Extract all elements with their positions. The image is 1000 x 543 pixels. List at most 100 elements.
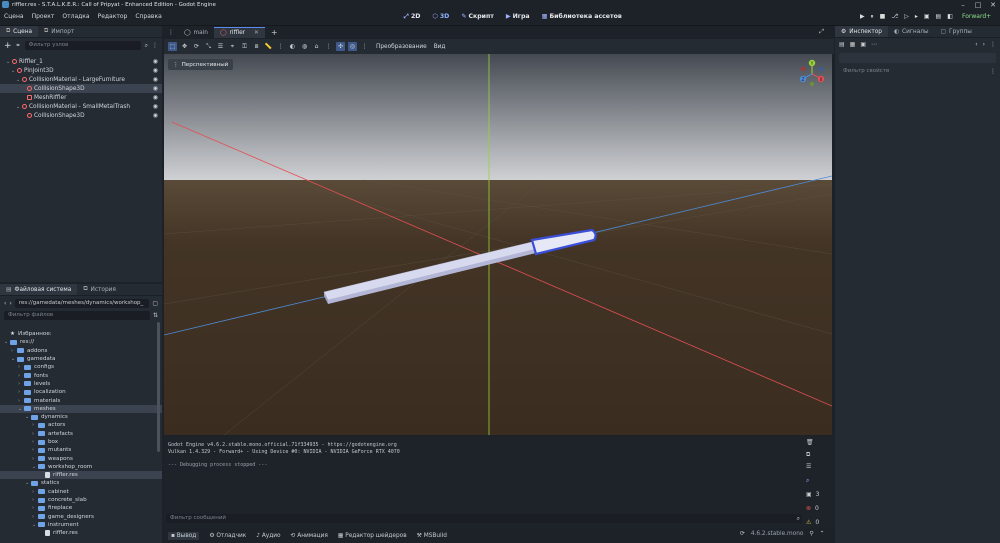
extra-icon[interactable]: ⋯ — [871, 41, 877, 48]
tab-groups[interactable]: ▢ Группы — [935, 26, 978, 37]
visibility-eye-icon[interactable]: ◉ — [153, 67, 158, 74]
tab-import[interactable]: ⧉ Импорт — [38, 26, 80, 37]
history-forward-icon[interactable]: › — [983, 41, 985, 48]
ruler-icon[interactable]: 📏 — [264, 42, 273, 51]
update-icon[interactable]: ⟳ — [740, 531, 745, 537]
file-filter-input[interactable]: Фильтр файлов — [4, 311, 150, 320]
play-icon[interactable]: ▶ — [860, 13, 865, 21]
menu-editor[interactable]: Редактор — [98, 13, 128, 20]
tab-output[interactable]: ▪ Вывод — [168, 531, 200, 540]
tab-signals[interactable]: ◐ Сигналы — [888, 26, 935, 37]
sort-icon[interactable]: ⇅ — [153, 312, 158, 319]
layout-icon[interactable]: ▤ — [936, 13, 942, 21]
more-icon[interactable]: ⋮ — [324, 42, 333, 51]
visibility-eye-icon[interactable]: ◉ — [153, 103, 158, 110]
maximize-button[interactable]: □ — [971, 0, 985, 10]
folder-row[interactable]: › materials — [0, 396, 162, 404]
scene-node-4[interactable]: MeshRiffler ◉ — [0, 93, 162, 102]
mode-2d[interactable]: ⤢ 2D — [404, 13, 420, 21]
select-list-icon[interactable]: ☰ — [216, 42, 225, 51]
tab-inspector[interactable]: ⚙ Инспектор — [835, 26, 888, 37]
scene-node-2[interactable]: ⌄ CollisionMaterial - LargeFurniture ◉ — [0, 75, 162, 84]
folder-row[interactable]: › configs — [0, 363, 162, 371]
path-field[interactable]: res://gamedata/meshes/dynamics/workshop_ — [14, 299, 150, 308]
folder-row[interactable]: ⌄ meshes — [0, 404, 162, 413]
tab-shader-editor[interactable]: ▦ Редактор шейдеров — [338, 533, 407, 539]
collapse-icon[interactable]: ☰ — [806, 463, 830, 477]
tab-main[interactable]: ◯ main — [178, 28, 214, 38]
tab-filesystem[interactable]: ▤ Файловая система — [0, 284, 78, 295]
open-folder-icon[interactable]: ▦ — [850, 41, 856, 48]
lock-icon[interactable]: ⚿ — [240, 42, 249, 51]
folder-row[interactable]: › levels — [0, 380, 162, 388]
menu-debug[interactable]: Отладка — [62, 13, 89, 20]
clear-icon[interactable]: 🗑 — [806, 439, 830, 451]
group-icon[interactable]: ⧈ — [252, 42, 261, 51]
folder-row[interactable]: › mutants — [0, 446, 162, 454]
menu-help[interactable]: Справка — [135, 13, 161, 20]
object-selector[interactable] — [839, 53, 996, 63]
scene-node-1[interactable]: ⌄ PinJoint3D ◉ — [0, 66, 162, 75]
tab-audio[interactable]: ♪ Аудио — [256, 533, 280, 539]
sun-icon[interactable]: ◐ — [288, 42, 297, 51]
scene-node-5[interactable]: ⌄ CollisionMaterial - SmallMetalTrash ◉ — [0, 102, 162, 111]
folder-row[interactable]: › localization — [0, 388, 162, 396]
toolbar-dots-icon[interactable]: ⋮ — [360, 42, 369, 51]
error-count-toggle[interactable]: ⊗ 0 — [806, 505, 830, 519]
tab-riffler[interactable]: ◯ riffler ✕ — [213, 27, 265, 38]
move-tool-icon[interactable]: ✥ — [180, 42, 189, 51]
scene-node-6[interactable]: CollisionShape3D ◉ — [0, 111, 162, 120]
favorites-row[interactable]: ★ Избранное: — [0, 330, 162, 338]
tab-list-icon[interactable]: ⋮ — [164, 29, 178, 36]
expand-panel-icon[interactable]: ⌃ — [820, 531, 825, 537]
add-node-icon[interactable]: + — [4, 41, 12, 51]
close-button[interactable]: ✕ — [986, 0, 1000, 10]
scene-node-3[interactable]: CollisionShape3D ◉ — [0, 84, 162, 93]
file-row[interactable]: riffler.res — [0, 529, 162, 537]
menu-project[interactable]: Проект — [32, 13, 55, 20]
select-tool-icon[interactable]: ⬚ — [168, 42, 177, 51]
message-count-toggle[interactable]: ▣ 3 — [806, 491, 830, 505]
menu-scene[interactable]: Сцена — [4, 13, 24, 20]
history-list-icon[interactable]: ⋮ — [990, 41, 996, 48]
mode-script[interactable]: ✎ Скрипт — [461, 13, 494, 21]
node-filter-input[interactable]: Фильтр узлов — [24, 41, 141, 50]
folder-row[interactable]: › actors — [0, 421, 162, 429]
folder-row[interactable]: ⌄ instrument — [0, 521, 162, 529]
close-tab-icon[interactable]: ✕ — [254, 30, 259, 36]
local-space-icon[interactable]: ✣ — [336, 42, 345, 51]
minimize-button[interactable]: – — [956, 0, 970, 10]
back-icon[interactable]: ‹ — [4, 300, 6, 307]
folder-row[interactable]: › fonts — [0, 371, 162, 379]
inspector-menu-icon[interactable]: ⋮ — [990, 68, 996, 75]
fs-scrollbar[interactable] — [157, 322, 160, 452]
visibility-eye-icon[interactable]: ◉ — [153, 94, 158, 101]
version-label[interactable]: 4.6.2.stable.mono — [751, 531, 804, 537]
copy-icon[interactable]: ⧉ — [806, 451, 830, 463]
distraction-icon[interactable]: ◧ — [947, 13, 953, 21]
folder-row[interactable]: ⌄ dynamics — [0, 413, 162, 421]
pin-icon[interactable]: ⚲ — [809, 531, 813, 537]
3d-viewport[interactable]: Y X Z ⋮ Перспективный — [164, 54, 832, 435]
folder-row[interactable]: ⌄ res:// — [0, 338, 162, 346]
environment-icon[interactable]: ◍ — [300, 42, 309, 51]
remote-icon[interactable]: ⎇ — [891, 13, 898, 21]
perspective-button[interactable]: ⋮ Перспективный — [168, 59, 234, 70]
tab-animation[interactable]: ⟲ Анимация — [291, 533, 328, 539]
message-filter-input[interactable]: Фильтр сообщений — [166, 514, 802, 523]
folder-row[interactable]: ⌄ workshop_room — [0, 463, 162, 471]
folder-row[interactable]: ⌄ gamedata — [0, 355, 162, 363]
tab-scene[interactable]: ⧉ Сцена — [0, 26, 39, 37]
play-scene-icon[interactable]: ▷ — [904, 13, 909, 21]
folder-row[interactable]: › weapons — [0, 454, 162, 462]
mode-assetlib[interactable]: ▦ Библиотека ассетов — [542, 13, 622, 21]
file-row[interactable]: riffler.res — [0, 471, 162, 480]
forward-icon[interactable]: › — [9, 300, 11, 307]
tab-msbuild[interactable]: ⚒ MSBuild — [417, 533, 447, 539]
visibility-eye-icon[interactable]: ◉ — [153, 58, 158, 65]
mode-3d[interactable]: ⬡ 3D — [432, 13, 449, 21]
tab-history[interactable]: ⧉ История — [77, 284, 122, 295]
play-custom-icon[interactable]: ▸ — [915, 13, 918, 21]
search-toggle-icon[interactable]: ⌕ — [806, 477, 830, 491]
stop-icon[interactable]: ■ — [880, 13, 886, 21]
